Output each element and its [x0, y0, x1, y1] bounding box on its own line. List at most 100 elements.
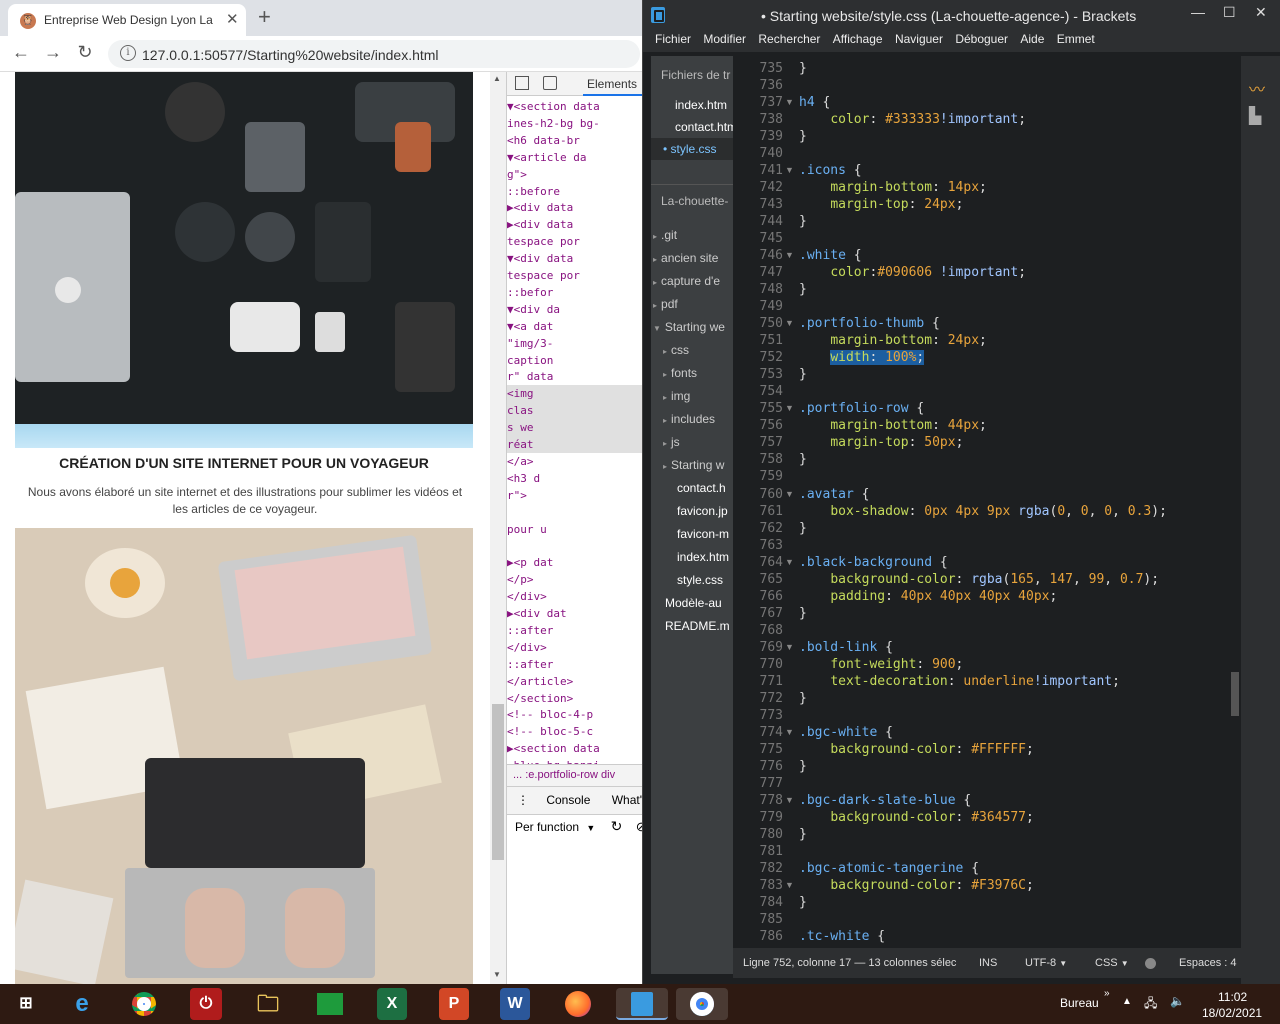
code-line[interactable]: h4 {	[799, 94, 830, 111]
tree-file[interactable]: index.htm	[651, 546, 733, 568]
dom-tree-line[interactable]: </a>	[507, 453, 642, 470]
chrome-taskbar-icon[interactable]	[676, 988, 728, 1020]
editor-scrollbar-thumb[interactable]	[1231, 672, 1239, 716]
browser-tab[interactable]: 🦉 Entreprise Web Design Lyon La chouette…	[8, 4, 246, 36]
dom-tree-line[interactable]: <h3 d	[507, 470, 642, 487]
dom-tree-line[interactable]: ▶<div dat	[507, 605, 642, 622]
code-line[interactable]: margin-bottom: 24px;	[799, 332, 987, 349]
dom-tree-line[interactable]: <!-- bloc-4-p	[507, 706, 642, 723]
code-line[interactable]: .bgc-atomic-tangerine {	[799, 860, 979, 877]
dom-tree-line[interactable]: ▼<div data	[507, 250, 642, 267]
fold-arrow-icon[interactable]: ▼	[785, 877, 794, 894]
tree-folder[interactable]: ▸ pdf	[651, 293, 733, 315]
minimize-icon[interactable]: —	[1191, 4, 1205, 20]
dom-tree-line[interactable]: ▼<a dat	[507, 318, 642, 335]
tree-file[interactable]: favicon.jp	[651, 500, 733, 522]
volume-icon[interactable]: 🔈	[1170, 994, 1185, 1008]
scroll-up-icon[interactable]: ▲	[493, 74, 501, 83]
dom-tree-line[interactable]: </div>	[507, 588, 642, 605]
tree-folder[interactable]: ▸ css	[651, 339, 733, 361]
clock-time[interactable]: 11:02	[1218, 990, 1247, 1004]
dom-tree-line[interactable]: ::after	[507, 656, 642, 673]
tree-file[interactable]: favicon-m	[651, 523, 733, 545]
menu-affichage[interactable]: Affichage	[833, 30, 883, 48]
info-icon[interactable]: i	[120, 45, 136, 61]
fold-arrow-icon[interactable]: ▼	[785, 315, 794, 332]
inspect-icon[interactable]	[515, 76, 529, 90]
code-line[interactable]: }	[799, 690, 807, 707]
code-line[interactable]: }	[799, 366, 807, 383]
chrome-icon[interactable]	[122, 988, 166, 1020]
fold-arrow-icon[interactable]: ▼	[785, 792, 794, 809]
dom-tree-line[interactable]: ▼<section data	[507, 98, 642, 115]
code-line[interactable]: text-decoration: underline!important;	[799, 673, 1120, 690]
dom-tree-line[interactable]: clas	[507, 402, 642, 420]
code-line[interactable]: }	[799, 894, 807, 911]
code-line[interactable]: .portfolio-row {	[799, 400, 924, 417]
drawer-menu-icon[interactable]: ⋮	[517, 793, 529, 807]
scroll-down-icon[interactable]: ▼	[493, 970, 501, 979]
fold-arrow-icon[interactable]: ▼	[785, 486, 794, 503]
tree-folder[interactable]: ▸ fonts	[651, 362, 733, 384]
linter-status-icon[interactable]	[1145, 958, 1156, 969]
store-icon[interactable]	[308, 988, 352, 1020]
dom-tree-line[interactable]: <!-- bloc-5-c	[507, 723, 642, 740]
code-line[interactable]: box-shadow: 0px 4px 9px rgba(0, 0, 0, 0.…	[799, 503, 1167, 520]
tree-folder[interactable]: ▸ js	[651, 431, 733, 453]
code-line[interactable]: }	[799, 281, 807, 298]
dom-tree-line[interactable]: ::befor	[507, 284, 642, 301]
fold-arrow-icon[interactable]: ▼	[785, 724, 794, 741]
code-line[interactable]: .bgc-dark-slate-blue {	[799, 792, 971, 809]
code-line[interactable]: font-weight: 900;	[799, 656, 963, 673]
dom-tree-line[interactable]: </p>	[507, 571, 642, 588]
code-line[interactable]: margin-top: 50px;	[799, 434, 963, 451]
code-line[interactable]: .portfolio-thumb {	[799, 315, 940, 332]
dom-tree-line[interactable]: ines-h2-bg bg-	[507, 115, 642, 132]
encoding-select[interactable]: UTF-8 ▼	[1025, 957, 1067, 969]
tab-console[interactable]: Console	[546, 793, 590, 807]
working-file-item[interactable]: contact.htm	[651, 116, 733, 138]
portfolio-image-camera-gear[interactable]	[15, 72, 473, 424]
tab-elements[interactable]: Elements	[587, 77, 637, 91]
fold-arrow-icon[interactable]: ▼	[785, 162, 794, 179]
word-icon[interactable]: W	[500, 988, 530, 1020]
excel-icon[interactable]: X	[377, 988, 407, 1020]
dom-tree-line[interactable]: ▶<p dat	[507, 554, 642, 571]
code-line[interactable]: }	[799, 826, 807, 843]
dom-tree-line[interactable]: ▶<section data	[507, 740, 642, 757]
code-line[interactable]: .bgc-white {	[799, 724, 893, 741]
dom-tree-line[interactable]: ▼<div da	[507, 301, 642, 318]
code-line[interactable]: .white {	[799, 247, 862, 264]
menu-rechercher[interactable]: Rechercher	[758, 30, 820, 48]
reload-icon[interactable]: ↻	[611, 818, 623, 834]
tray-chevron-up-icon[interactable]: ▲	[1122, 996, 1132, 1007]
file-explorer-icon[interactable]: 🗀	[246, 988, 290, 1020]
forward-arrow-icon[interactable]: →	[42, 42, 64, 63]
insert-mode[interactable]: INS	[979, 957, 997, 969]
dom-tree-line[interactable]: réat	[507, 436, 642, 453]
code-line[interactable]: background-color: #364577;	[799, 809, 1034, 826]
menu-fichier[interactable]: Fichier	[655, 30, 691, 48]
fold-arrow-icon[interactable]: ▼	[785, 94, 794, 111]
dom-tree-line[interactable]: ▼<article da	[507, 149, 642, 166]
code-line[interactable]: margin-top: 24px;	[799, 196, 963, 213]
dom-tree-line[interactable]: ▶<div data	[507, 199, 642, 216]
code-line[interactable]: }	[799, 758, 807, 775]
web-page[interactable]: CRÉATION D'UN SITE INTERNET POUR UN VOYA…	[0, 72, 490, 984]
code-line[interactable]: width: 100%;	[799, 349, 925, 366]
menu-emmet[interactable]: Emmet	[1057, 30, 1095, 48]
code-line[interactable]: margin-bottom: 44px;	[799, 417, 987, 434]
per-function-select[interactable]: Per function	[515, 820, 579, 834]
address-bar[interactable]: i 127.0.0.1:50577/Starting%20website/ind…	[108, 40, 640, 68]
dom-tree-line[interactable]: ::before	[507, 183, 642, 200]
dom-tree-line[interactable]: <h6 data-br	[507, 132, 642, 149]
code-line[interactable]: padding: 40px 40px 40px 40px;	[799, 588, 1057, 605]
menu-modifier[interactable]: Modifier	[703, 30, 746, 48]
extension-manager-icon[interactable]: ▙	[1249, 106, 1271, 125]
dom-tree-line[interactable]: </section>	[507, 690, 642, 707]
code-line[interactable]: }	[799, 128, 807, 145]
new-tab-button[interactable]: +	[258, 4, 271, 30]
dom-tree-line[interactable]: ::after	[507, 622, 642, 639]
code-line[interactable]: .avatar {	[799, 486, 869, 503]
device-toolbar-icon[interactable]	[543, 76, 557, 90]
